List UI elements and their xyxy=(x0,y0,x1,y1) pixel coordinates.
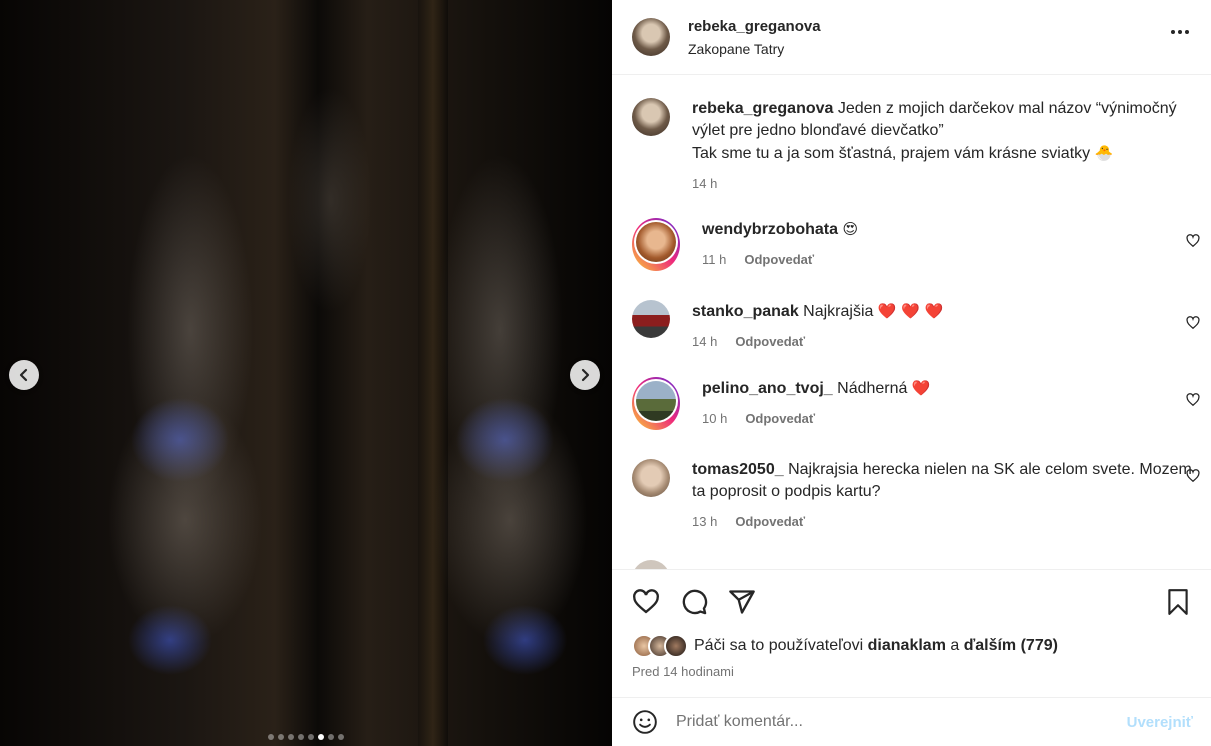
reply-button[interactable]: Odpovedať xyxy=(744,249,814,271)
story-ring[interactable] xyxy=(632,377,680,430)
slide-dot xyxy=(288,734,294,740)
comment-icon[interactable] xyxy=(680,588,708,616)
list-item: wendybrzobohata 😍 11 h Odpovedať xyxy=(632,218,1202,271)
hearts-emoji: ❤️ ❤️ ❤️ xyxy=(877,302,944,320)
likes-prefix: Páči sa to používateľovi xyxy=(694,637,864,654)
likes-middle: a xyxy=(950,637,960,654)
chevron-right-icon xyxy=(581,368,590,382)
comment-time[interactable]: 10 h xyxy=(702,408,727,430)
emoji-picker-icon[interactable] xyxy=(632,709,658,735)
avatar xyxy=(636,381,676,421)
heart-eyes-emoji: 😍 xyxy=(842,220,859,238)
slide-dot xyxy=(338,734,344,740)
comment-text: Najkrajšia xyxy=(803,303,874,320)
author-username[interactable]: rebeka_greganova xyxy=(688,18,821,35)
comment-input[interactable] xyxy=(676,713,1127,731)
comment-text: Nádherná xyxy=(837,380,908,397)
like-comment-heart-icon[interactable] xyxy=(1186,234,1200,248)
likes-summary[interactable]: Páči sa to používateľovi dianaklam a ďal… xyxy=(632,634,1058,658)
post-photo xyxy=(0,0,612,746)
avatar[interactable] xyxy=(632,98,670,136)
comments-list[interactable]: rebeka_greganova Jeden z mojich darčekov… xyxy=(612,76,1211,569)
chick-emoji: 🐣 xyxy=(1094,144,1114,162)
liked-by-avatars xyxy=(632,634,688,658)
avatar xyxy=(636,222,676,262)
chevron-left-icon xyxy=(19,368,28,382)
caption-username[interactable]: rebeka_greganova xyxy=(692,100,833,117)
post-media[interactable] xyxy=(0,0,612,746)
story-ring[interactable] xyxy=(632,218,680,271)
avatar xyxy=(664,634,688,658)
comment-time[interactable]: 11 h xyxy=(702,249,726,271)
caption-text-line2: Tak sme tu a ja som šťastná, prajem vám … xyxy=(692,145,1091,162)
liked-by-username[interactable]: dianaklam xyxy=(868,637,946,654)
list-item: tomas2050_ Najkrajsia herecka nielen na … xyxy=(632,459,1202,533)
avatar[interactable] xyxy=(632,459,670,497)
like-comment-heart-icon[interactable] xyxy=(1186,469,1200,483)
slide-dot xyxy=(308,734,314,740)
post-side-panel: rebeka_greganova Zakopane Tatry rebeka_g… xyxy=(612,0,1211,746)
list-item: pelino_ano_tvoj_ Nádherná ❤️ 10 h Odpove… xyxy=(632,377,1202,430)
comment-username[interactable]: pelino_ano_tvoj_ xyxy=(702,380,833,397)
comment-time[interactable]: 14 h xyxy=(692,331,717,353)
slide-indicator xyxy=(0,734,612,740)
avatar[interactable] xyxy=(632,18,670,56)
comment-username[interactable]: tomas2050_ xyxy=(692,461,784,478)
like-comment-heart-icon[interactable] xyxy=(1186,393,1200,407)
slide-dot xyxy=(328,734,334,740)
slide-dot-active xyxy=(318,734,324,740)
post-comment-button[interactable]: Uverejniť xyxy=(1127,714,1193,731)
likes-others-count[interactable]: ďalším (779) xyxy=(964,637,1058,654)
post-actions: Páči sa to používateľovi dianaklam a ďal… xyxy=(612,569,1211,697)
post-time-ago[interactable]: Pred 14 hodinami xyxy=(632,664,734,679)
list-item xyxy=(632,560,1202,569)
slide-dot xyxy=(298,734,304,740)
caption: rebeka_greganova Jeden z mojich darčekov… xyxy=(632,98,1202,195)
comment-username[interactable]: wendybrzobohata xyxy=(702,221,838,238)
next-slide-button[interactable] xyxy=(570,360,600,390)
post-header: rebeka_greganova Zakopane Tatry xyxy=(612,0,1211,75)
avatar[interactable] xyxy=(632,300,670,338)
add-comment-bar: Uverejniť xyxy=(612,697,1211,746)
slide-dot xyxy=(268,734,274,740)
list-item: stanko_panak Najkrajšia ❤️ ❤️ ❤️ 14 h Od… xyxy=(632,300,1202,353)
comment-username[interactable]: stanko_panak xyxy=(692,303,799,320)
more-options-icon[interactable] xyxy=(1171,30,1189,34)
reply-button[interactable]: Odpovedať xyxy=(745,408,815,430)
photo-mirror-edge xyxy=(418,0,448,746)
caption-time[interactable]: 14 h xyxy=(692,173,717,195)
post-location[interactable]: Zakopane Tatry xyxy=(688,41,821,57)
previous-slide-button[interactable] xyxy=(9,360,39,390)
comment-time[interactable]: 13 h xyxy=(692,511,717,533)
bookmark-icon[interactable] xyxy=(1165,588,1191,616)
like-comment-heart-icon[interactable] xyxy=(1186,316,1200,330)
share-icon[interactable] xyxy=(728,588,756,616)
reply-button[interactable]: Odpovedať xyxy=(735,331,805,353)
like-heart-icon[interactable] xyxy=(632,588,660,616)
avatar[interactable] xyxy=(632,560,670,569)
slide-dot xyxy=(278,734,284,740)
heart-emoji: ❤️ xyxy=(911,379,931,397)
reply-button[interactable]: Odpovedať xyxy=(735,511,805,533)
